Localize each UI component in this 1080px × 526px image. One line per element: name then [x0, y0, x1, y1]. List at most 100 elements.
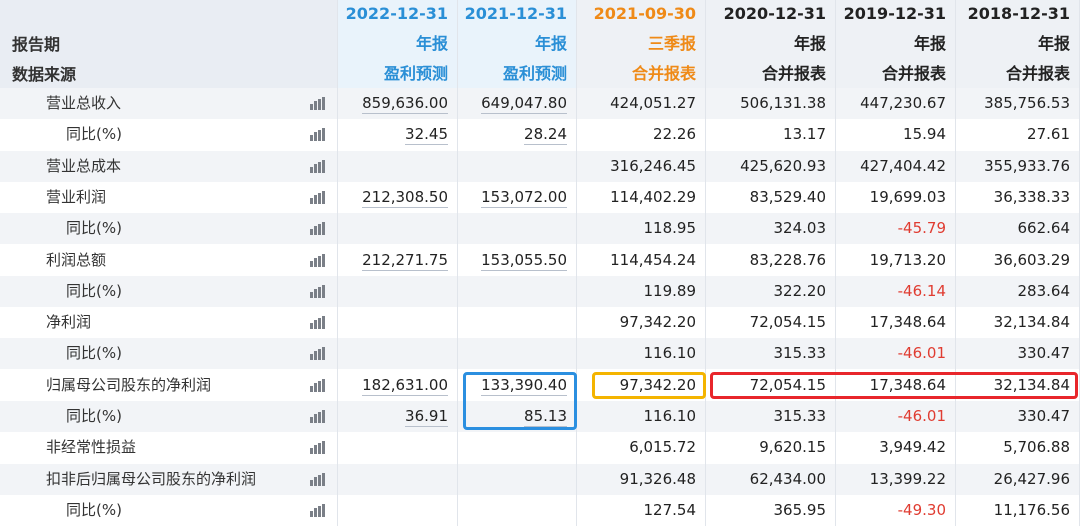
row-label: 净利润: [46, 313, 92, 332]
table-cell: 324.03: [773, 219, 827, 238]
table-cell: 3,949.42: [879, 438, 946, 457]
table-cell: 427,404.42: [860, 156, 946, 175]
bar-chart-icon[interactable]: [310, 316, 326, 330]
column-header-source: 合并报表: [881, 64, 946, 83]
table-row: 利润总额 212,271.75 153,055.50 114,454.24 83,228…: [0, 244, 1080, 276]
bar-chart-icon[interactable]: [310, 472, 326, 486]
table-cell: 36.91: [338, 401, 448, 432]
row-label: 利润总额: [46, 250, 107, 269]
table-cell: 83,529.40: [749, 187, 826, 206]
blue-highlight-box: [463, 371, 577, 431]
table-cell: [338, 276, 448, 307]
table-row: 同比(%) 118.95 324.03 -45.79 662.64: [0, 213, 1080, 245]
column-divider: [955, 0, 956, 526]
table-cell: 114,454.24: [610, 250, 696, 269]
table-cell: 97,342.20: [619, 313, 696, 332]
table-cell: -46.01: [897, 344, 946, 363]
table-cell: [338, 495, 448, 526]
table-cell: [338, 432, 448, 463]
row-label: 同比(%): [66, 219, 122, 238]
bar-chart-icon[interactable]: [310, 441, 326, 455]
financial-data-table: 报告期 数据来源 2022-12-31 年报 盈利预测 2021-12-31 年报 盈利预…: [0, 0, 1080, 526]
row-label: 同比(%): [66, 344, 122, 363]
bar-chart-icon[interactable]: [310, 378, 326, 392]
table-row: 营业利润 212,308.50 153,072.00 114,402.29 83,529…: [0, 181, 1080, 213]
bar-chart-icon[interactable]: [310, 347, 326, 361]
column-header-source: 盈利预测: [502, 64, 567, 83]
cell-value: 153,072.00: [481, 187, 567, 208]
table-cell: 36,603.29: [993, 250, 1070, 269]
cell-value: 32.45: [405, 125, 448, 146]
column-header-4[interactable]: 2020-12-31 年报 合并报表: [706, 0, 836, 88]
table-cell: 22.26: [653, 125, 696, 144]
bar-chart-icon[interactable]: [310, 222, 326, 236]
bar-chart-icon[interactable]: [310, 159, 326, 173]
red-highlight-box: [710, 371, 1078, 399]
column-header-date: 2019-12-31: [843, 4, 946, 23]
table-cell: [338, 213, 448, 244]
cell-value: 212,308.50: [362, 187, 448, 208]
column-header-date: 2018-12-31: [967, 4, 1070, 23]
column-header-period: 年报: [415, 34, 448, 53]
table-cell: -49.30: [897, 500, 946, 519]
table-cell: 116.10: [643, 344, 697, 363]
table-cell: 153,072.00: [458, 182, 567, 213]
bar-chart-icon[interactable]: [310, 503, 326, 517]
bar-chart-icon[interactable]: [310, 253, 326, 267]
column-header-1[interactable]: 2022-12-31 年报 盈利预测: [338, 0, 458, 88]
column-divider: [835, 0, 836, 526]
column-header-3[interactable]: 2021-09-30 三季报 合并报表: [577, 0, 706, 88]
column-header-6[interactable]: 2018-12-31 年报 合并报表: [956, 0, 1080, 88]
table-row: 净利润 97,342.20 72,054.15 17,348.64 32,134.84: [0, 307, 1080, 339]
table-cell: 36,338.33: [993, 187, 1070, 206]
table-cell: [338, 338, 448, 369]
column-header-period: 年报: [534, 34, 567, 53]
bar-chart-icon[interactable]: [310, 190, 326, 204]
table-cell: 13.17: [783, 125, 826, 144]
row-label: 扣非后归属母公司股东的净利润: [46, 469, 257, 488]
table-cell: 506,131.38: [740, 94, 826, 112]
table-cell: 19,713.20: [869, 250, 946, 269]
table-row: 同比(%) 116.10 315.33 -46.01 330.47: [0, 338, 1080, 370]
table-cell: 447,230.67: [860, 94, 946, 112]
table-cell: [338, 151, 448, 182]
table-cell: 15.94: [903, 125, 946, 144]
column-header-2[interactable]: 2021-12-31 年报 盈利预测: [458, 0, 577, 88]
column-header-source: 合并报表: [761, 64, 826, 83]
table-row: 同比(%) 32.45 28.24 22.26 13.17 15.94 27.61: [0, 119, 1080, 151]
row-label: 同比(%): [66, 125, 122, 144]
column-header-period: 年报: [793, 34, 826, 53]
bar-chart-icon[interactable]: [310, 410, 326, 423]
column-divider: [457, 0, 458, 526]
table-cell: 26,427.96: [993, 469, 1070, 488]
table-cell: [458, 213, 567, 244]
table-cell: [458, 276, 567, 307]
row-label: 营业总成本: [46, 156, 122, 175]
table-cell: 316,246.45: [610, 156, 696, 175]
table-cell: [458, 151, 567, 182]
table-cell: 212,308.50: [338, 182, 448, 213]
table-cell: 330.47: [1017, 407, 1071, 425]
table-cell: 182,631.00: [338, 370, 448, 401]
bar-chart-icon[interactable]: [310, 97, 326, 110]
table-row: 非经常性损益 6,015.72 9,620.15 3,949.42 5,706.88: [0, 432, 1080, 464]
table-cell: 62,434.00: [749, 469, 826, 488]
table-cell: 116.10: [643, 407, 697, 425]
table-cell: 27.61: [1027, 125, 1070, 144]
table-cell: 19,699.03: [869, 187, 946, 206]
table-cell: 355,933.76: [984, 156, 1070, 175]
table-cell: 153,055.50: [458, 245, 567, 276]
row-label: 同比(%): [66, 407, 122, 425]
table-cell: 114,402.29: [610, 187, 696, 206]
table-cell: [458, 495, 567, 526]
table-cell: -46.01: [897, 407, 946, 425]
column-header-source: 合并报表: [1005, 64, 1070, 83]
data-source-label: 数据来源: [12, 65, 77, 84]
bar-chart-icon[interactable]: [310, 128, 326, 142]
table-row: 营业总成本 316,246.45 425,620.93 427,404.42 355,9…: [0, 150, 1080, 182]
table-cell: -46.14: [897, 281, 946, 300]
header-label-column: 报告期 数据来源: [0, 0, 338, 88]
column-header-5[interactable]: 2019-12-31 年报 合并报表: [836, 0, 956, 88]
bar-chart-icon[interactable]: [310, 284, 326, 298]
cell-value: 859,636.00: [362, 94, 448, 114]
